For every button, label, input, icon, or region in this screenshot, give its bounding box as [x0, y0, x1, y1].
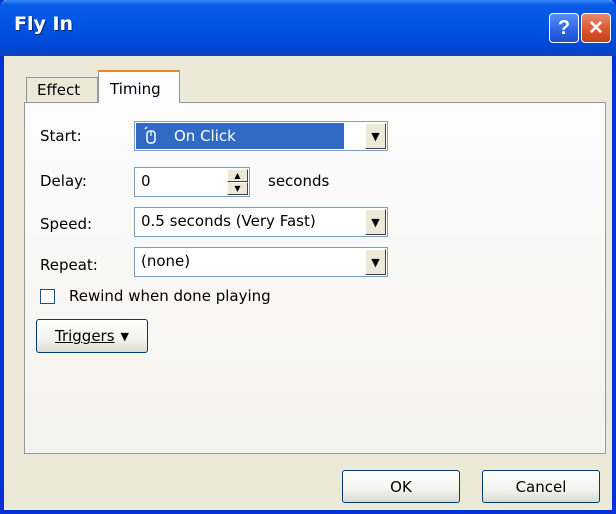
delay-unit: seconds	[268, 172, 330, 190]
chevron-down-icon: ▼	[234, 184, 241, 193]
delay-value: 0	[141, 172, 151, 190]
start-value: On Click	[174, 127, 236, 145]
title-bar[interactable]: Fly In ? ✕	[0, 0, 616, 56]
chevron-up-icon: ▲	[234, 171, 241, 180]
tab-effect[interactable]: Effect	[26, 77, 98, 102]
chevron-down-icon: ▼	[371, 129, 380, 143]
triggers-button[interactable]: Triggers ▼	[36, 319, 148, 353]
repeat-select[interactable]: (none) ▼	[134, 247, 388, 277]
speed-select[interactable]: 0.5 seconds (Very Fast) ▼	[134, 207, 388, 237]
chevron-down-icon: ▼	[371, 215, 380, 229]
repeat-value: (none)	[141, 252, 191, 270]
delay-decrement-button[interactable]: ▼	[227, 182, 248, 195]
triggers-label: Triggers	[54, 327, 115, 345]
delay-label: Delay:	[40, 172, 87, 190]
speed-value: 0.5 seconds (Very Fast)	[141, 212, 316, 230]
help-button[interactable]: ?	[549, 13, 579, 43]
expand-down-icon: ▼	[120, 329, 129, 343]
timing-panel	[24, 102, 606, 454]
start-select[interactable]: On Click ▼	[134, 121, 388, 151]
delay-stepper[interactable]: 0 ▲ ▼	[134, 167, 250, 197]
ok-label: OK	[390, 477, 412, 496]
cancel-label: Cancel	[515, 477, 567, 496]
start-dropdown-button[interactable]: ▼	[365, 123, 386, 149]
speed-dropdown-button[interactable]: ▼	[365, 209, 386, 235]
start-label: Start:	[40, 127, 82, 145]
chevron-down-icon: ▼	[371, 255, 380, 269]
delay-spin-buttons: ▲ ▼	[227, 169, 248, 195]
ok-button[interactable]: OK	[342, 470, 460, 503]
speed-label: Speed:	[40, 215, 93, 233]
help-icon: ?	[557, 16, 571, 39]
repeat-dropdown-button[interactable]: ▼	[365, 249, 386, 275]
rewind-label[interactable]: Rewind when done playing	[69, 287, 271, 305]
start-selection-highlight: On Click	[136, 123, 344, 149]
rewind-checkbox[interactable]	[40, 289, 55, 304]
window-title: Fly In	[14, 13, 74, 35]
close-button[interactable]: ✕	[581, 13, 611, 43]
close-icon: ✕	[588, 17, 604, 39]
tab-timing[interactable]: Timing	[98, 70, 180, 103]
delay-increment-button[interactable]: ▲	[227, 169, 248, 182]
cancel-button[interactable]: Cancel	[482, 470, 600, 503]
mouse-icon	[144, 125, 156, 145]
repeat-label: Repeat:	[40, 256, 98, 274]
